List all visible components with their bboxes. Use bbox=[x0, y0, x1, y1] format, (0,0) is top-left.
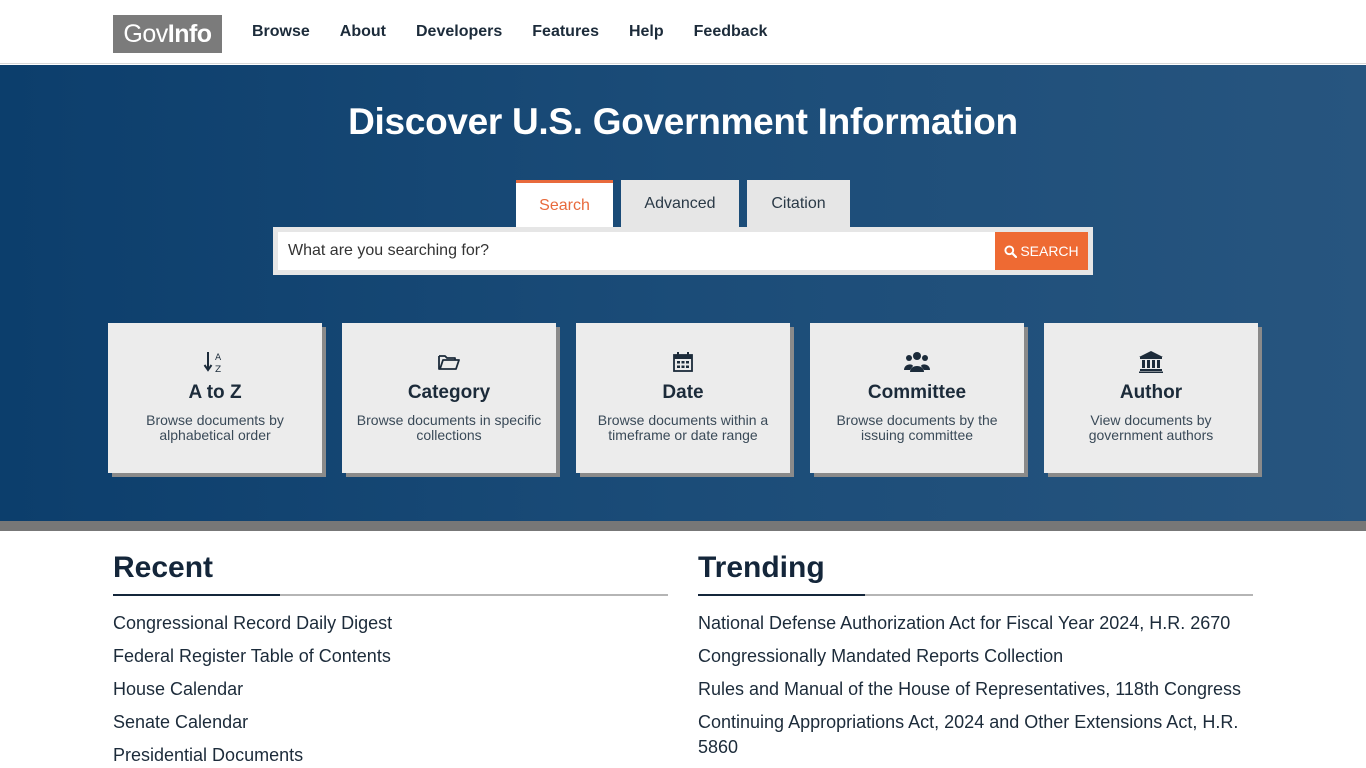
search-box: SEARCH bbox=[273, 227, 1093, 275]
calendar-icon bbox=[576, 349, 790, 375]
nav-features[interactable]: Features bbox=[532, 23, 599, 41]
card-description: Browse documents by the issuing committe… bbox=[836, 412, 998, 443]
card-title: Author bbox=[1119, 382, 1183, 403]
folder-open-icon bbox=[342, 349, 556, 375]
browse-cards: AZ A to Z Browse documents by alphabetic… bbox=[108, 323, 1278, 473]
card-description: View documents by government authors bbox=[1088, 412, 1214, 443]
trending-list: National Defense Authorization Act for F… bbox=[698, 611, 1253, 760]
card-description: Browse documents in specific collections bbox=[356, 412, 542, 443]
govinfo-logo[interactable]: Gov Info bbox=[113, 15, 222, 53]
search-button[interactable]: SEARCH bbox=[995, 232, 1088, 270]
card-a-to-z[interactable]: AZ A to Z Browse documents by alphabetic… bbox=[108, 323, 322, 473]
card-date[interactable]: Date Browse documents within a timeframe… bbox=[576, 323, 790, 473]
logo-info-text: Info bbox=[167, 19, 212, 48]
card-title: A to Z bbox=[188, 382, 242, 403]
recent-link[interactable]: Congressional Record Daily Digest bbox=[113, 611, 668, 636]
search-tabs: Search Advanced Citation bbox=[516, 180, 858, 228]
recent-link[interactable]: House Calendar bbox=[113, 677, 668, 702]
recent-link[interactable]: Federal Register Table of Contents bbox=[113, 644, 668, 669]
sort-alpha-icon: AZ bbox=[108, 349, 322, 375]
hero-bottom-strip bbox=[0, 521, 1366, 531]
card-title: Category bbox=[407, 382, 491, 403]
hero-section: Discover U.S. Government Information Sea… bbox=[0, 65, 1366, 521]
hero-title: Discover U.S. Government Information bbox=[348, 101, 1018, 142]
institution-icon bbox=[1044, 349, 1258, 375]
recent-link[interactable]: Senate Calendar bbox=[113, 710, 668, 735]
trending-link[interactable]: National Defense Authorization Act for F… bbox=[698, 611, 1253, 636]
tab-search[interactable]: Search bbox=[516, 180, 613, 228]
card-committee[interactable]: Committee Browse documents by the issuin… bbox=[810, 323, 1024, 473]
search-button-label: SEARCH bbox=[1020, 243, 1079, 259]
card-description: Browse documents within a timeframe or d… bbox=[597, 412, 769, 443]
recent-list: Congressional Record Daily Digest Federa… bbox=[113, 611, 668, 768]
recent-heading: Recent bbox=[113, 551, 668, 596]
top-header: Gov Info Browse About Developers Features… bbox=[0, 0, 1366, 64]
nav-browse[interactable]: Browse bbox=[252, 23, 310, 41]
users-icon bbox=[810, 349, 1024, 375]
search-input[interactable] bbox=[278, 232, 995, 270]
card-category[interactable]: Category Browse documents in specific co… bbox=[342, 323, 556, 473]
nav-feedback[interactable]: Feedback bbox=[694, 23, 768, 41]
svg-text:A: A bbox=[215, 353, 222, 363]
main-nav: Browse About Developers Features Help Fe… bbox=[252, 0, 797, 64]
search-icon bbox=[1004, 244, 1018, 258]
recent-section: Recent Congressional Record Daily Digest… bbox=[113, 551, 668, 768]
svg-text:Z: Z bbox=[215, 365, 221, 374]
logo-gov-text: Gov bbox=[123, 19, 168, 48]
recent-link[interactable]: Presidential Documents bbox=[113, 743, 668, 768]
trending-link[interactable]: Rules and Manual of the House of Represe… bbox=[698, 677, 1253, 702]
trending-section: Trending National Defense Authorization … bbox=[698, 551, 1253, 768]
nav-help[interactable]: Help bbox=[629, 23, 664, 41]
nav-developers[interactable]: Developers bbox=[416, 23, 502, 41]
card-description: Browse documents by alphabetical order bbox=[146, 412, 284, 443]
trending-link[interactable]: Congressionally Mandated Reports Collect… bbox=[698, 644, 1253, 669]
trending-link[interactable]: Continuing Appropriations Act, 2024 and … bbox=[698, 710, 1253, 760]
card-author[interactable]: Author View documents by government auth… bbox=[1044, 323, 1258, 473]
trending-heading: Trending bbox=[698, 551, 1253, 596]
tab-advanced[interactable]: Advanced bbox=[621, 180, 739, 228]
card-title: Date bbox=[662, 382, 704, 403]
nav-about[interactable]: About bbox=[340, 23, 386, 41]
card-title: Committee bbox=[867, 382, 967, 403]
tab-citation[interactable]: Citation bbox=[747, 180, 850, 228]
